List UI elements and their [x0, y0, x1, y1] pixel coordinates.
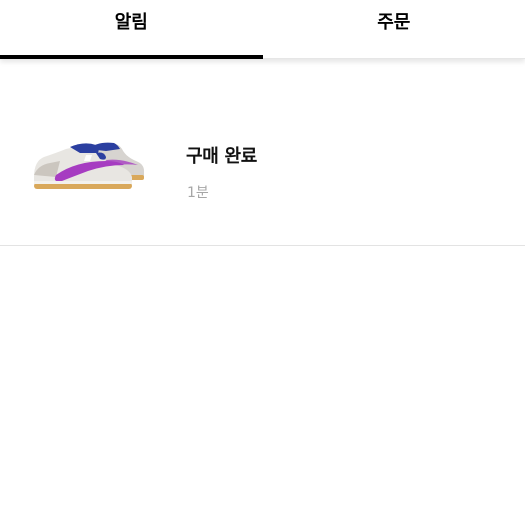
tab-orders[interactable]: 주문 [262, 0, 525, 59]
notifications-screen: 알림 주문 구매 완료 1분 [0, 0, 525, 525]
notification-title: 구매 완료 [186, 146, 258, 167]
tab-orders-label: 주문 [377, 12, 411, 33]
sneaker-thumbnail [34, 142, 144, 189]
notification-item[interactable]: 구매 완료 1분 [0, 59, 525, 246]
tab-notifications[interactable]: 알림 [0, 0, 263, 59]
tab-bar: 알림 주문 [0, 0, 525, 59]
notification-time: 1분 [187, 185, 209, 201]
tab-notifications-label: 알림 [114, 12, 148, 33]
notification-list: 구매 완료 1분 [0, 59, 525, 246]
